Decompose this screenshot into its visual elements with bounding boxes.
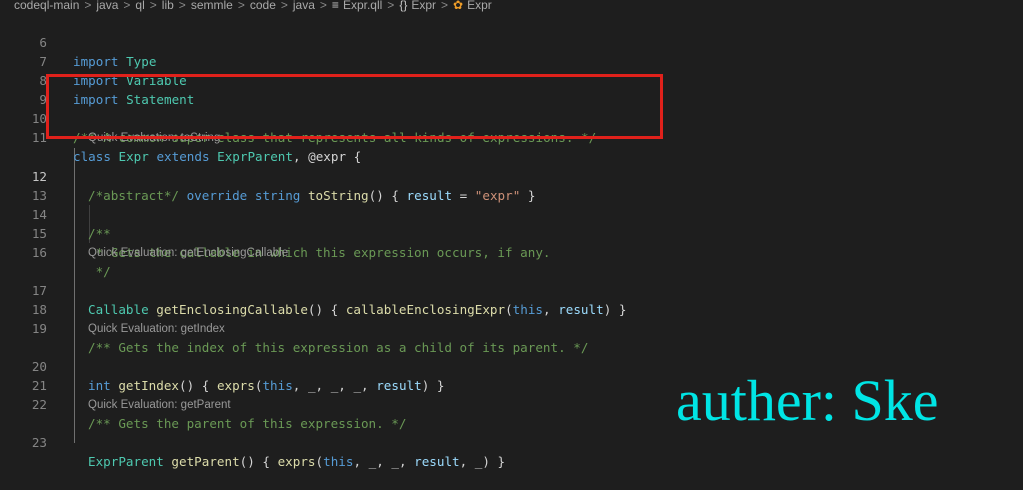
code-line: 12 /*abstract*/ override string toString… — [0, 148, 1023, 203]
line-number: 22 — [31, 397, 47, 412]
code-line: 17 Callable getEnclosingCallable() { cal… — [0, 262, 1023, 317]
code-text: , _) } — [459, 454, 506, 469]
line-content: ExprParent getParent() { exprs(this, _, … — [88, 452, 505, 471]
codelens-quick-evaluation[interactable]: Quick Evaluation: getParent — [88, 398, 231, 412]
code-line: 19 /** Gets the index of this expression… — [0, 300, 1023, 355]
line-number: 16 — [31, 245, 47, 260]
highlight-annotation-box — [46, 74, 663, 139]
function-name: getParent — [171, 454, 240, 469]
code-line: 6 import Type — [0, 14, 1023, 69]
codelens-quick-evaluation[interactable]: Quick Evaluation: getIndex — [88, 322, 225, 336]
code-line: 15 * Gets the callable in which this exp… — [0, 205, 1023, 260]
code-line: 14 /** — [0, 186, 1023, 241]
function-call: exprs — [277, 454, 316, 469]
code-line: 20 int getIndex() { exprs(this, _, _, _,… — [0, 338, 1023, 393]
code-line: 8 import Statement — [0, 52, 1023, 107]
codelens-quick-evaluation[interactable]: Quick Evaluation: getEnclosingCallable — [88, 246, 288, 260]
author-watermark: auther: Ske — [676, 368, 939, 433]
code-text: ( — [315, 454, 324, 469]
variable: result — [414, 454, 460, 469]
keyword: this — [323, 454, 354, 469]
code-line: 18 — [0, 281, 1023, 317]
line-number: 19 — [31, 321, 47, 336]
code-line: 7 import Variable — [0, 33, 1023, 88]
code-line: 16 */ — [0, 224, 1023, 279]
code-text: () { — [239, 454, 278, 469]
type-name: ExprParent — [88, 454, 164, 469]
code-line: 13 — [0, 167, 1023, 203]
code-text: , _, _, — [353, 454, 415, 469]
line-number: 11 — [31, 130, 47, 145]
